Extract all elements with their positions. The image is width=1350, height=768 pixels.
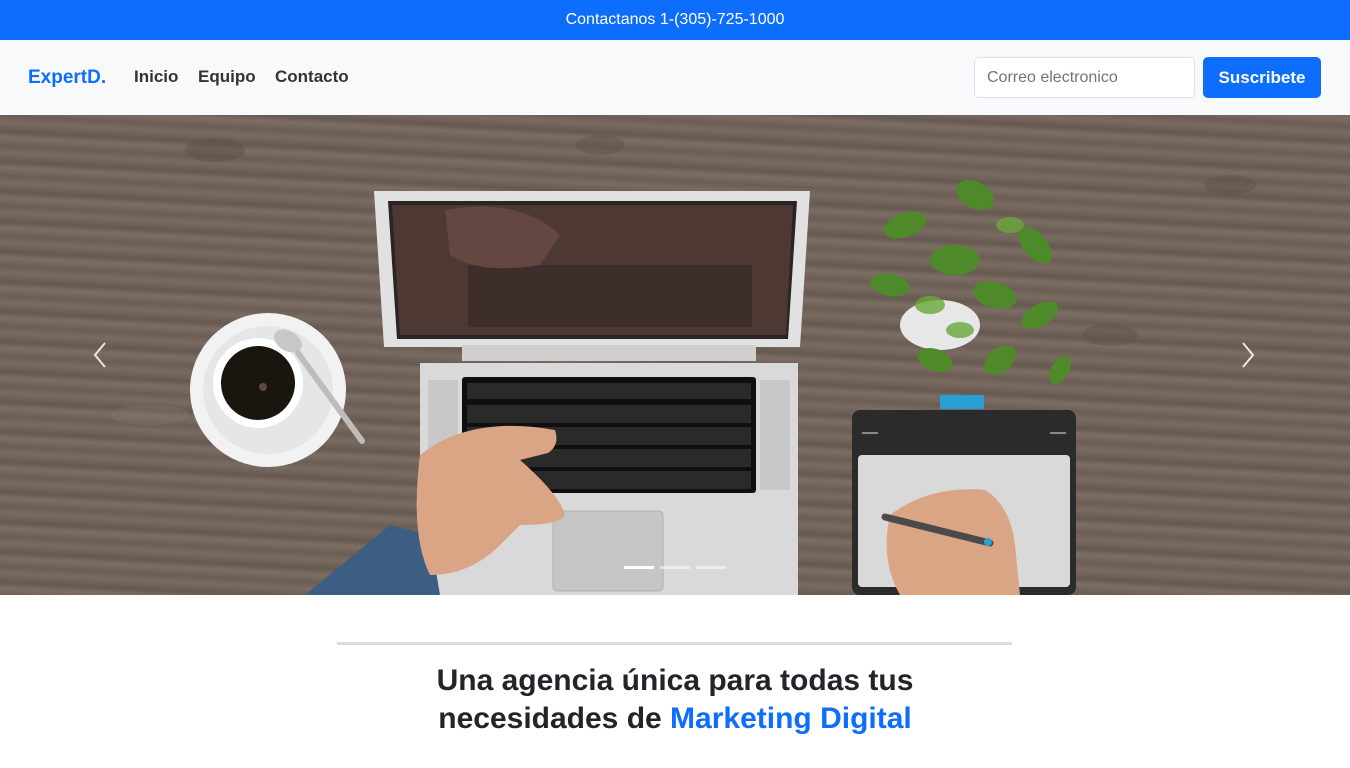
nav-link-inicio[interactable]: Inicio [134, 67, 178, 87]
hero-carousel [0, 115, 1350, 595]
carousel-indicators [624, 566, 726, 569]
email-input[interactable] [974, 57, 1195, 98]
chevron-right-icon [1242, 342, 1255, 368]
chevron-left-icon [93, 342, 106, 368]
hero-slide-image [110, 135, 1256, 595]
headline-line1: Una agencia única para todas tus [436, 664, 914, 697]
carousel-prev-control[interactable] [80, 340, 120, 370]
nav-link-equipo[interactable]: Equipo [198, 67, 256, 87]
carousel-indicator-2[interactable] [660, 566, 690, 569]
page-headline: Una agencia única para todas tus necesid… [0, 662, 1350, 738]
headline-accent: Marketing Digital [670, 702, 912, 735]
top-contact-bar: Contactanos 1-(305)-725-1000 [0, 0, 1350, 40]
carousel-next-control[interactable] [1228, 340, 1268, 370]
carousel-indicator-1[interactable] [624, 566, 654, 569]
brand-logo[interactable]: ExpertD. [28, 67, 106, 89]
section-divider [337, 642, 1012, 645]
subscribe-button[interactable]: Suscribete [1203, 57, 1321, 98]
headline-line2-prefix: necesidades de [438, 702, 671, 735]
nav-link-contacto[interactable]: Contacto [275, 67, 349, 87]
carousel-indicator-3[interactable] [696, 566, 726, 569]
contact-phone-text: Contactanos 1-(305)-725-1000 [565, 11, 785, 28]
navbar: ExpertD. Inicio Equipo Contacto Suscribe… [0, 40, 1350, 115]
